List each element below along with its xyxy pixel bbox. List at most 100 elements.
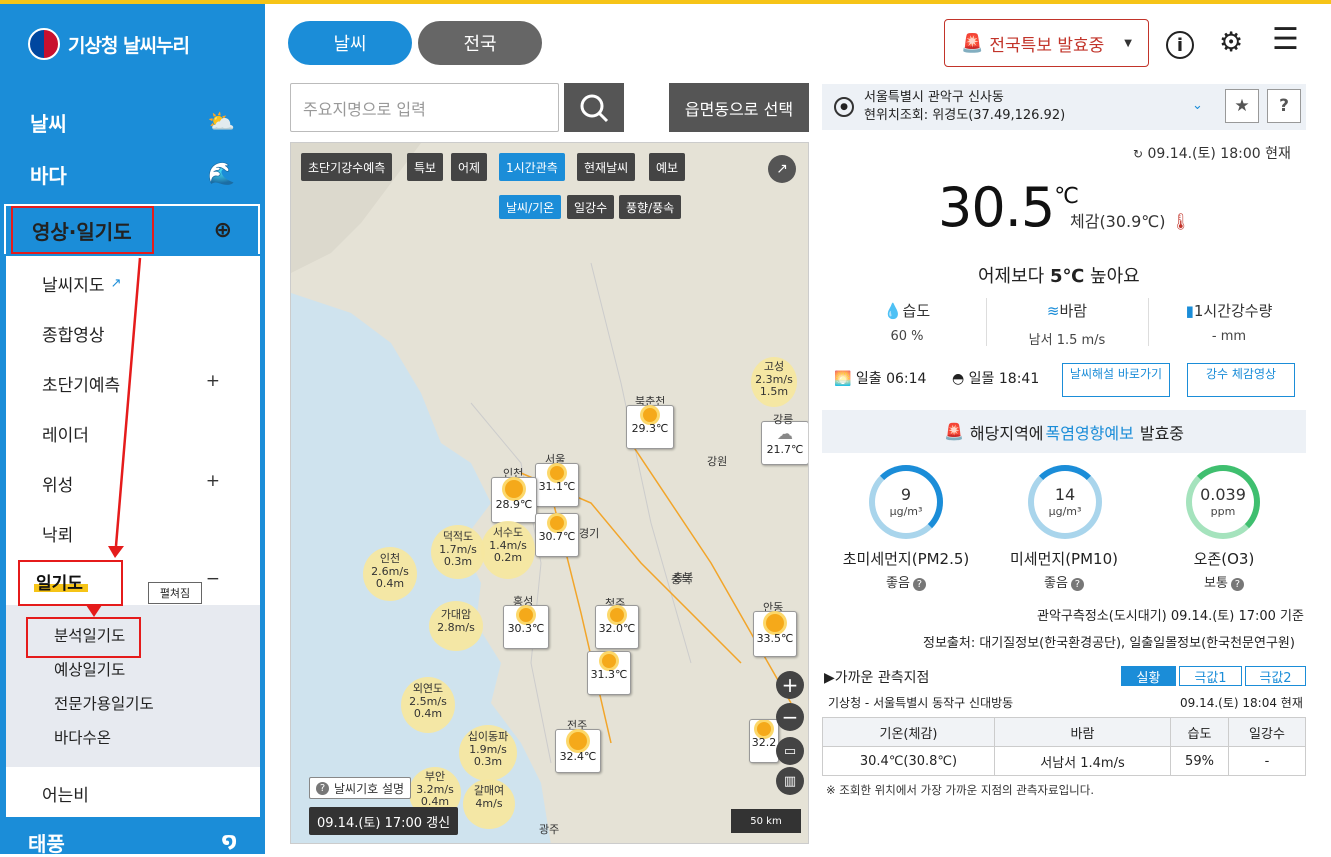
pm25-gauge: 9 μg/m³ <box>869 465 943 539</box>
question-icon[interactable]: ? <box>1070 578 1084 591</box>
station-marker[interactable]: 32.4℃ <box>555 729 601 773</box>
weather-map[interactable]: 초단기강수예측 특보 어제 1시간관측 현재날씨 예보 ↗ 날씨/기온 일강수 … <box>290 142 809 844</box>
station-marker[interactable]: 31.1℃ <box>535 463 579 507</box>
buoy-marker[interactable]: 십이동파 1.9m/s 0.3m <box>459 725 517 781</box>
station-temp: 29.3℃ <box>631 422 669 435</box>
map-place-label: 강원 <box>707 455 728 468</box>
partly-cloudy-icon <box>550 516 564 530</box>
help-icon[interactable]: ? <box>1267 89 1301 123</box>
partly-cloudy-icon <box>550 466 564 480</box>
map-tab-forecast[interactable]: 예보 <box>649 153 686 181</box>
buoy-marker[interactable]: 고성 2.3m/s 1.5m <box>751 357 797 407</box>
pm10-label: 미세먼지(PM10) <box>1010 550 1118 568</box>
map-popout-icon[interactable]: ↗ <box>768 155 796 183</box>
rain-video-button[interactable]: 강수 체감영상 <box>1187 363 1295 397</box>
chevron-down-icon[interactable]: ⌄ <box>1192 98 1203 113</box>
star-icon[interactable]: ★ <box>1225 89 1259 123</box>
nearby-time: 09.14.(토) 18:04 현재 <box>1180 696 1303 710</box>
station-marker[interactable]: 32.2 <box>749 719 779 763</box>
ruler-icon[interactable]: ▭ <box>776 737 804 765</box>
station-temp: 30.7℃ <box>538 530 576 543</box>
legend-button[interactable]: ? 날씨기호 설명 <box>309 777 412 799</box>
partly-cloudy-icon <box>602 654 616 668</box>
station-marker[interactable]: ☁ 21.7℃ <box>761 421 808 465</box>
arrow-line-1 <box>114 257 142 547</box>
zoom-out-button[interactable]: − <box>776 703 804 731</box>
search-button[interactable] <box>564 83 624 132</box>
buoy-name: 십이동파 <box>467 730 509 743</box>
map-tab-warning[interactable]: 특보 <box>407 153 444 181</box>
droplet-icon: 💧 <box>883 302 903 320</box>
warning-suffix: 발효중 <box>1139 423 1185 443</box>
thermometer-icon: 🌡 <box>1170 212 1191 231</box>
sun-icon <box>505 480 523 498</box>
station-marker[interactable]: 30.3℃ <box>503 605 549 649</box>
menu-icon[interactable]: ☰ <box>1272 22 1299 57</box>
station-marker[interactable]: 33.5℃ <box>753 611 797 657</box>
station-marker[interactable]: 29.3℃ <box>626 405 674 449</box>
map-subtab-wind[interactable]: 풍향/풍속 <box>619 195 682 219</box>
alert-label: 전국특보 발효중 <box>989 35 1105 56</box>
buoy-name: 가대암 <box>440 608 472 621</box>
nearby-tab-live[interactable]: 실황 <box>1121 666 1176 686</box>
umdong-select-button[interactable]: 읍면동으로 선택 <box>669 83 809 132</box>
station-marker[interactable]: 28.9℃ <box>491 477 537 523</box>
buoy-name: 부안 <box>424 770 446 783</box>
rain-value: - mm <box>1211 329 1247 344</box>
national-alert-button[interactable]: 🚨 전국특보 발효중 ▼ <box>944 19 1149 67</box>
map-updated-time: 09.14.(토) 17:00 갱신 <box>309 807 459 835</box>
sun-icon <box>757 722 771 736</box>
diff-value: 5℃ <box>1049 266 1085 287</box>
buoy-wave: 0.3m <box>473 755 503 769</box>
nearby-tab-extreme1[interactable]: 극값1 <box>1179 666 1242 686</box>
station-marker[interactable]: 30.7℃ <box>535 513 579 557</box>
nearby-title: ▶가까운 관측지점 <box>824 670 930 686</box>
buoy-wind: 3.2m/s <box>416 782 454 796</box>
layers-icon[interactable]: ▥ <box>776 767 804 795</box>
table-cell: - <box>1228 746 1306 776</box>
weather-commentary-button[interactable]: 날씨해설 바로가기 <box>1062 363 1170 397</box>
station-marker[interactable]: 32.0℃ <box>595 605 639 649</box>
heatwave-link[interactable]: 폭염영향예보 <box>1046 420 1134 444</box>
map-tab-yesterday[interactable]: 어제 <box>451 153 488 181</box>
question-icon[interactable]: ? <box>1230 578 1244 591</box>
station-marker[interactable]: 31.3℃ <box>587 651 631 695</box>
map-tab-hourly-obs[interactable]: 1시간관측 <box>499 153 565 181</box>
submenu-weather-chart[interactable]: 일기도 <box>36 569 83 594</box>
feels-like-value: 체감(30.9℃) <box>1070 212 1166 231</box>
station-temp: 32.2 <box>751 736 777 749</box>
info-source: 정보출처: 대기질정보(한국환경공단), 일출일몰정보(한국천문연구원) <box>923 636 1295 651</box>
info-icon[interactable]: i <box>1166 31 1194 59</box>
nearby-tab-extreme2[interactable]: 극값2 <box>1245 666 1306 686</box>
map-tab-nowcast[interactable]: 초단기강수예측 <box>301 153 393 181</box>
zoom-in-button[interactable]: + <box>776 671 804 699</box>
siren-icon: 🚨 <box>943 422 964 441</box>
diff-prefix: 어제보다 <box>978 266 1045 287</box>
rain-label: 1시간강수량 <box>1193 302 1273 320</box>
tab-national[interactable]: 전국 <box>418 21 542 65</box>
buoy-marker[interactable]: 가대암 2.8m/s <box>429 601 483 651</box>
buoy-marker[interactable]: 외연도 2.5m/s 0.4m <box>401 677 455 733</box>
map-subtab-rain[interactable]: 일강수 <box>567 195 615 219</box>
gear-icon[interactable]: ⚙ <box>1219 27 1243 58</box>
buoy-marker[interactable]: 인천 2.6m/s 0.4m <box>363 547 417 601</box>
buoy-marker[interactable]: 서수도 1.4m/s 0.2m <box>481 521 535 579</box>
tab-weather[interactable]: 날씨 <box>288 21 412 65</box>
buoy-name: 인천 <box>379 552 401 565</box>
refresh-icon[interactable]: ↻ <box>1133 147 1143 161</box>
search-input[interactable]: 주요지명으로 입력 <box>290 83 559 132</box>
pm10-value: 14 <box>1054 485 1076 504</box>
partly-cloudy-icon <box>643 408 657 422</box>
question-icon[interactable]: ? <box>912 578 926 591</box>
siren-icon: 🚨 <box>960 32 984 54</box>
table-header: 일강수 <box>1228 717 1306 747</box>
buoy-wave: 0.3m <box>443 555 473 569</box>
buoy-marker[interactable]: 덕적도 1.7m/s 0.3m <box>431 525 485 579</box>
map-subtab-temp[interactable]: 날씨/기온 <box>499 195 562 219</box>
nav-typhoon[interactable]: 태풍 ໑ <box>0 820 265 856</box>
nearby-note: ※ 조회한 위치에서 가장 가까운 지점의 관측자료입니다. <box>826 783 1094 797</box>
buoy-marker[interactable]: 갈매여 4m/s <box>463 779 515 829</box>
current-timestamp: 09.14.(토) 18:00 현재 <box>1147 146 1291 162</box>
map-tab-current[interactable]: 현재날씨 <box>577 153 636 181</box>
gps-icon[interactable]: ● <box>834 97 854 117</box>
